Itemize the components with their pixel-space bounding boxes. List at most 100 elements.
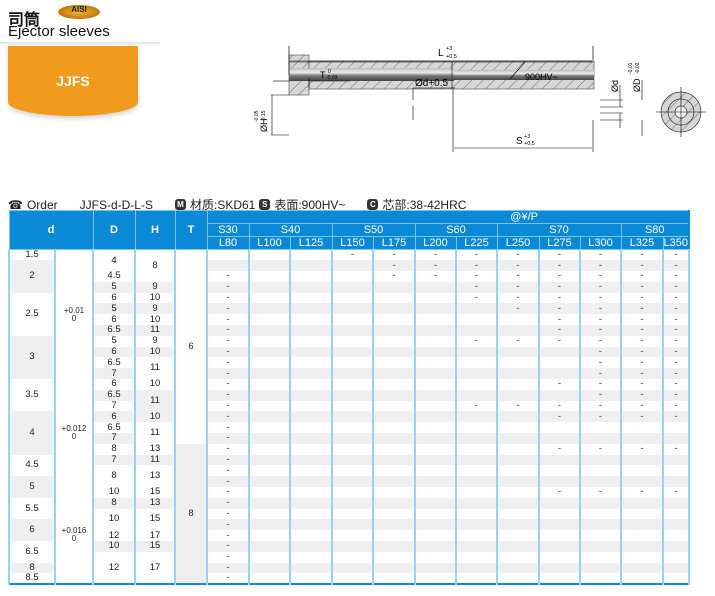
cell-availability: -	[620, 314, 664, 326]
series-code-badge: JJFS	[8, 46, 138, 116]
cell-availability	[414, 562, 457, 574]
cell-availability	[579, 508, 622, 520]
cell-availability: -	[620, 347, 664, 358]
cell-availability: -	[206, 455, 250, 466]
cell-availability	[455, 487, 498, 498]
cell-availability	[331, 551, 374, 563]
cell-D: 6	[92, 293, 136, 304]
cell-availability	[579, 530, 622, 542]
cell-availability	[538, 476, 581, 488]
cell-availability	[662, 465, 690, 477]
cell-availability: -	[620, 357, 664, 369]
cell-availability	[372, 335, 416, 347]
cell-availability: -	[206, 390, 250, 401]
table-row: 4.5- - - - - - - - -	[9, 271, 690, 282]
cell-availability	[538, 541, 581, 552]
cell-availability	[331, 292, 374, 304]
cell-H: 13	[134, 444, 176, 455]
table-row: 59------	[9, 303, 690, 315]
cell-availability	[289, 325, 333, 336]
cell-availability	[538, 422, 581, 434]
cell-availability: -	[496, 293, 540, 304]
technical-drawing: L +3 +0.5 T 0 -0.03 Ød+0.5 900HV~ ØH -0.…	[254, 46, 706, 152]
cell-availability	[662, 573, 690, 585]
cell-availability	[620, 519, 664, 531]
cell-availability	[331, 260, 374, 272]
cell-availability: -	[579, 282, 622, 293]
cell-availability	[331, 519, 374, 531]
cell-availability	[331, 314, 374, 326]
cell-availability: -	[579, 249, 622, 261]
header-l-column: L325	[620, 236, 664, 250]
cell-availability	[372, 508, 416, 520]
cell-availability	[579, 454, 622, 466]
cell-availability	[496, 379, 540, 390]
header-s-group: S60	[414, 223, 498, 237]
cell-d: 3	[8, 335, 56, 380]
cell-availability	[289, 281, 333, 293]
cell-availability	[414, 519, 457, 531]
cell-d-tolerance: +0.012 0	[54, 379, 94, 488]
cell-H: 17	[134, 530, 176, 542]
cell-availability	[289, 541, 333, 552]
cell-D: 5	[92, 336, 136, 347]
cell-H: 11	[134, 357, 176, 380]
cell-availability: -	[620, 325, 664, 336]
tolerance-lower: 0	[71, 313, 77, 323]
cell-d: 2	[8, 260, 56, 293]
cell-availability	[248, 292, 291, 304]
cell-availability	[372, 465, 416, 477]
header-s-group: S80	[620, 223, 690, 237]
cell-availability	[496, 519, 540, 531]
cell-d: 6	[8, 519, 56, 542]
cell-availability	[331, 368, 374, 380]
header-T: T	[174, 210, 208, 250]
cell-availability	[372, 411, 416, 423]
cell-availability: -	[662, 411, 690, 423]
cell-availability	[289, 411, 333, 423]
tolerance-lower: 0	[71, 534, 77, 544]
cell-availability	[414, 346, 457, 358]
cell-availability	[372, 497, 416, 509]
cell-availability	[372, 389, 416, 401]
cell-availability	[455, 379, 498, 390]
header-l-column: L225	[455, 236, 498, 250]
cell-availability	[248, 519, 291, 531]
cell-availability	[331, 400, 374, 412]
cell-d-tolerance: +0.01 0	[54, 249, 94, 380]
cell-availability	[289, 454, 333, 466]
cell-availability: -	[579, 444, 622, 455]
cell-availability	[248, 368, 291, 380]
header-d: d	[8, 210, 94, 250]
cell-availability	[331, 541, 374, 552]
header-H: H	[134, 210, 176, 250]
cell-availability	[538, 465, 581, 477]
table-row: 7----	[9, 368, 690, 380]
cell-availability	[496, 357, 540, 369]
cell-availability	[662, 530, 690, 542]
cell-D: 7	[92, 433, 136, 444]
cell-availability: -	[496, 303, 540, 315]
cell-availability	[414, 368, 457, 380]
cell-availability	[662, 541, 690, 552]
cell-availability	[289, 314, 333, 326]
cell-availability	[331, 389, 374, 401]
cell-availability: -	[206, 271, 250, 282]
cell-availability	[662, 562, 690, 574]
cell-availability	[248, 357, 291, 369]
cell-availability	[414, 454, 457, 466]
cell-availability: -	[206, 347, 250, 358]
cell-availability: -	[206, 530, 250, 542]
cell-availability	[538, 551, 581, 563]
cell-availability: -	[662, 260, 690, 272]
cell-availability	[538, 508, 581, 520]
cell-availability	[496, 346, 540, 358]
cell-availability: -	[206, 293, 250, 304]
cell-availability	[496, 454, 540, 466]
cell-D: 10	[92, 487, 136, 498]
cell-availability	[579, 541, 622, 552]
cell-availability: -	[579, 487, 622, 498]
cell-availability	[455, 551, 498, 563]
cell-availability	[289, 487, 333, 498]
cell-availability	[206, 260, 250, 272]
